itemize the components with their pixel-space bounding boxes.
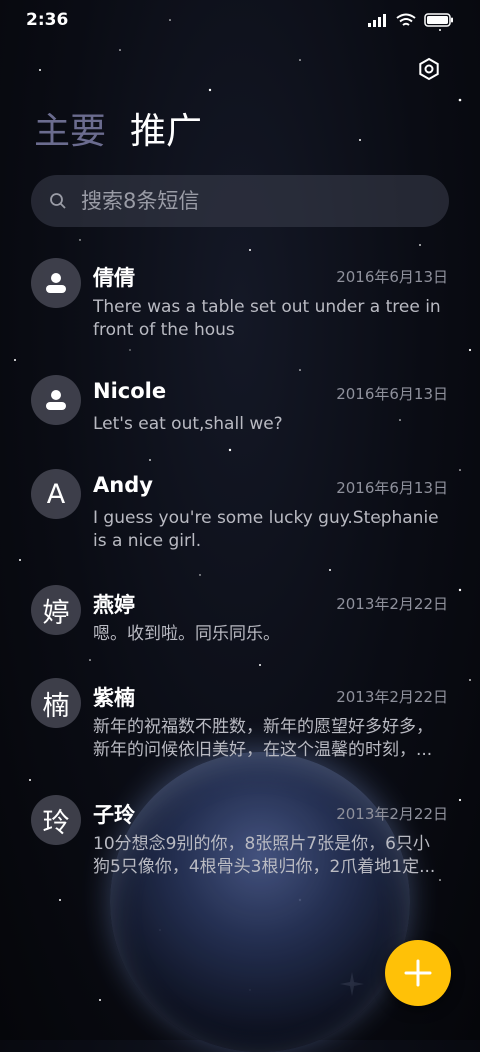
message-date: 2013年2月22日	[336, 805, 448, 823]
message-preview: 新年的祝福数不胜数，新年的愿望好多好多，新年的问候依旧美好，在这个温馨的时刻，.…	[93, 717, 433, 760]
contact-name: 紫楠	[93, 686, 135, 710]
contact-name: Andy	[93, 473, 153, 497]
message-date: 2016年6月13日	[336, 479, 448, 497]
message-preview: There was a table set out under a tree i…	[93, 297, 441, 340]
search-input[interactable]	[79, 188, 413, 214]
tab-main[interactable]: 主要	[34, 110, 106, 154]
message-preview: 嗯。收到啦。同乐同乐。	[93, 624, 280, 644]
earth-background-image	[110, 752, 410, 1052]
message-date: 2016年6月13日	[336, 268, 448, 286]
signal-icon	[368, 14, 386, 27]
status-icons	[368, 13, 454, 28]
new-message-button[interactable]	[385, 940, 451, 1006]
contact-name: 倩倩	[93, 266, 135, 290]
avatar	[31, 258, 81, 308]
message-date: 2013年2月22日	[336, 688, 448, 706]
message-preview: 10分想念9别的你，8张照片7张是你，6只小狗5只像你，4根骨头3根归你，2爪着…	[93, 834, 436, 877]
avatar: 玲	[31, 795, 81, 845]
message-date: 2016年6月13日	[336, 385, 448, 403]
plus-icon	[404, 959, 432, 987]
avatar: 婷	[31, 585, 81, 635]
avatar	[31, 375, 81, 425]
message-date: 2013年2月22日	[336, 595, 448, 613]
status-bar: 2:36	[0, 0, 480, 40]
message-preview: Let's eat out,shall we?	[93, 414, 283, 434]
tab-promotions[interactable]: 推广	[130, 110, 202, 154]
settings-button[interactable]	[414, 54, 444, 84]
wifi-icon	[396, 13, 416, 26]
contact-name: 子玲	[93, 803, 135, 827]
tab-bar: 主要 推广	[34, 110, 202, 154]
battery-icon	[424, 13, 453, 27]
contact-name: 燕婷	[93, 593, 135, 617]
status-time: 2:36	[26, 10, 69, 30]
avatar: A	[31, 469, 81, 519]
gear-icon	[419, 57, 439, 81]
person-icon	[46, 273, 66, 293]
person-icon	[46, 390, 66, 410]
search-bar[interactable]	[31, 175, 449, 227]
message-preview: I guess you're some lucky guy.Stephanie …	[93, 508, 439, 551]
contact-name: Nicole	[93, 379, 167, 403]
search-icon	[50, 193, 66, 209]
avatar: 楠	[31, 678, 81, 728]
